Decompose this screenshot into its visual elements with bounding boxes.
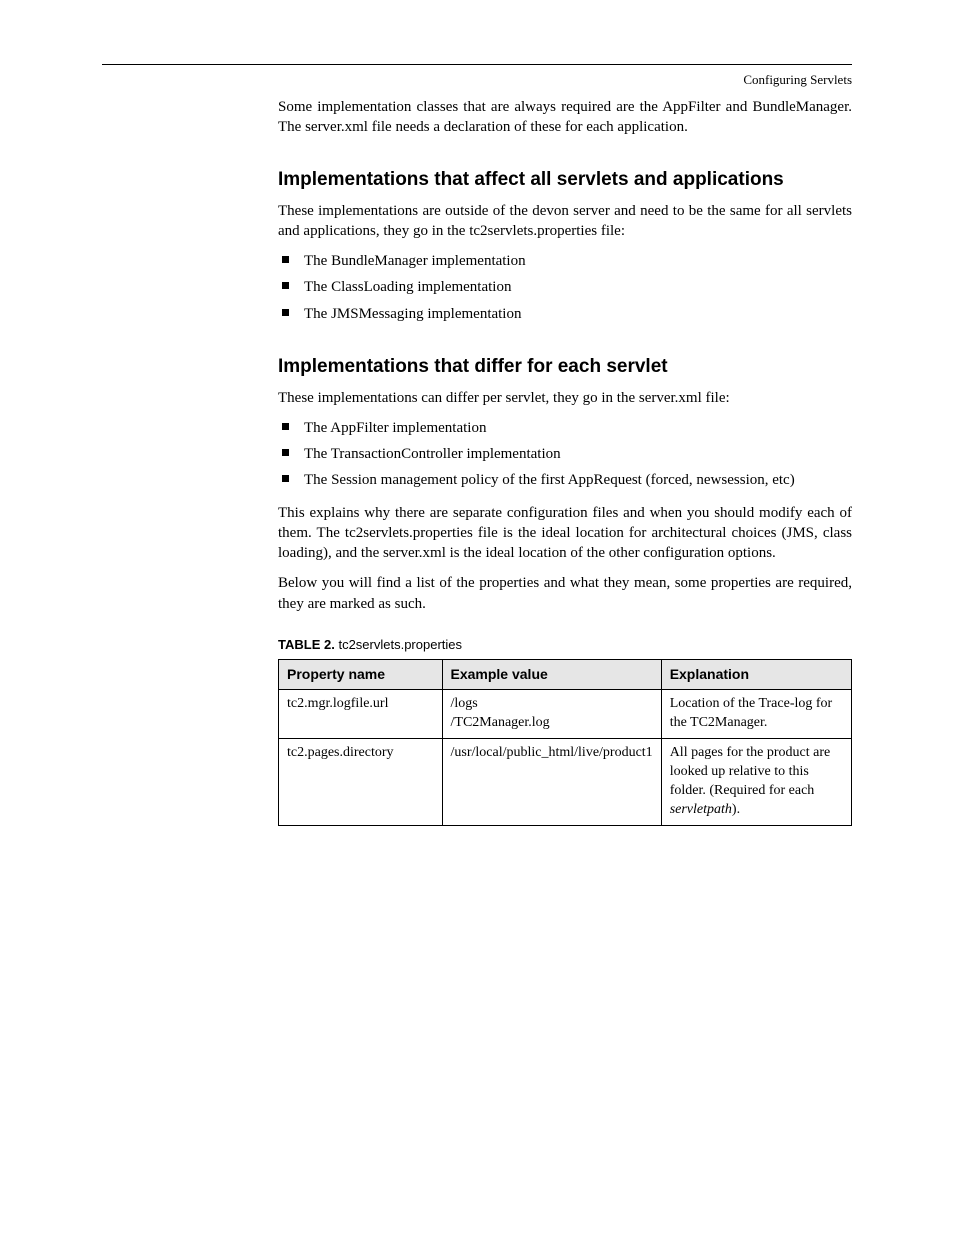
- architecture-para-2: Below you will find a list of the proper…: [278, 573, 852, 614]
- header-rule: [102, 64, 852, 65]
- table-row: tc2.mgr.logfile.url /logs /TC2Manager.lo…: [279, 690, 852, 739]
- implementations-para: These implementations are outside of the…: [278, 201, 852, 242]
- servlets-para: These implementations can differ per ser…: [278, 388, 852, 408]
- list-item: The AppFilter implementation: [278, 418, 852, 438]
- table-caption: TABLE 2. tc2servlets.properties: [278, 636, 852, 654]
- cell-explanation-prefix: All pages for the product are looked up …: [670, 745, 831, 798]
- properties-table: Property name Example value Explanation …: [278, 659, 852, 825]
- th-property-name: Property name: [279, 660, 443, 690]
- heading-implementations-servlet: Implementations that differ for each ser…: [278, 354, 852, 380]
- cell-explanation: Location of the Trace-log for the TC2Man…: [661, 690, 851, 739]
- list-item: The ClassLoading implementation: [278, 277, 852, 297]
- list-item: The JMSMessaging implementation: [278, 304, 852, 324]
- cell-example: /logs /TC2Manager.log: [442, 690, 661, 739]
- heading-implementations-all: Implementations that affect all servlets…: [278, 167, 852, 193]
- list-item: The TransactionController implementation: [278, 444, 852, 464]
- th-example-value: Example value: [442, 660, 661, 690]
- list-item: The BundleManager implementation: [278, 251, 852, 271]
- cell-explanation: All pages for the product are looked up …: [661, 739, 851, 826]
- header-section-title: Configuring Servlets: [102, 71, 852, 89]
- cell-explanation-emph: servletpath: [670, 802, 732, 817]
- implementations-intro: Some implementation classes that are alw…: [278, 97, 852, 138]
- th-explanation: Explanation: [661, 660, 851, 690]
- table-caption-label: TABLE 2.: [278, 637, 335, 652]
- table-caption-text: tc2servlets.properties: [338, 637, 462, 652]
- table-row: tc2.pages.directory /usr/local/public_ht…: [279, 739, 852, 826]
- cell-property-name: tc2.pages.directory: [279, 739, 443, 826]
- servlets-list: The AppFilter implementation The Transac…: [278, 418, 852, 491]
- cell-example: /usr/local/public_html/live/product1: [442, 739, 661, 826]
- architecture-para-1: This explains why there are separate con…: [278, 503, 852, 564]
- implementations-list: The BundleManager implementation The Cla…: [278, 251, 852, 324]
- cell-explanation-suffix: ).: [732, 802, 740, 817]
- cell-property-name: tc2.mgr.logfile.url: [279, 690, 443, 739]
- table-header-row: Property name Example value Explanation: [279, 660, 852, 690]
- list-item: The Session management policy of the fir…: [278, 470, 852, 490]
